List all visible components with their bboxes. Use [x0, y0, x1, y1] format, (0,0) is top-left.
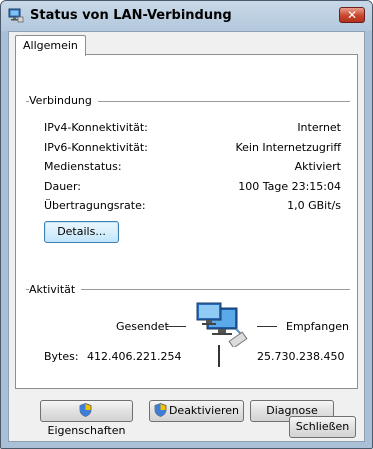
details-button[interactable]: Details...: [44, 221, 119, 243]
medienstatus-value: Aktiviert: [294, 160, 341, 173]
uac-shield-icon: [79, 403, 92, 417]
title-bar[interactable]: Status von LAN-Verbindung ✕: [1, 1, 372, 31]
uebertragungsrate-value: 1,0 GBit/s: [287, 199, 341, 212]
properties-button[interactable]: Eigenschaften: [40, 400, 133, 437]
sent-dash: [166, 326, 186, 327]
window-title: Status von LAN-Verbindung: [30, 8, 232, 23]
close-icon: ✕: [346, 8, 358, 22]
uac-shield-icon: [154, 403, 167, 417]
ipv6-value: Kein Internetzugriff: [235, 141, 341, 154]
deactivate-button[interactable]: Deaktivieren: [149, 400, 244, 422]
deactivate-button-label: Deaktivieren: [168, 404, 240, 417]
network-activity-icon: [196, 302, 248, 347]
dauer-value: 100 Tage 23:15:04: [238, 180, 341, 193]
uebertragungsrate-label: Übertragungsrate:: [44, 199, 146, 212]
verbindung-heading: Verbindung: [29, 94, 98, 107]
sent-label: Gesendet: [116, 320, 169, 333]
bytes-sent-value: 412.406.221.254: [87, 350, 182, 363]
network-connection-icon: [8, 8, 24, 23]
window-close-button[interactable]: ✕: [339, 7, 365, 23]
bytes-separator: [218, 345, 220, 367]
close-button[interactable]: Schließen: [289, 416, 356, 438]
dialog-client-area: Allgemein Verbindung IPv4-Konnektivität:…: [8, 31, 365, 442]
ipv4-label: IPv4-Konnektivität:: [44, 121, 148, 134]
dauer-label: Dauer:: [44, 180, 81, 193]
properties-button-label: Eigenschaften: [47, 424, 126, 437]
tab-allgemein[interactable]: Allgemein: [15, 35, 86, 56]
bytes-label: Bytes:: [44, 350, 79, 363]
received-label: Empfangen: [286, 320, 349, 333]
ipv6-label: IPv6-Konnektivität:: [44, 141, 148, 154]
aktivitaet-heading: Aktivität: [29, 283, 82, 296]
received-dash: [257, 326, 277, 327]
bytes-received-value: 25.730.238.450: [257, 350, 345, 363]
ipv4-value: Internet: [297, 121, 341, 134]
tab-panel-allgemein: Verbindung IPv4-Konnektivität: Internet …: [15, 54, 358, 437]
medienstatus-label: Medienstatus:: [44, 160, 122, 173]
status-dialog: Status von LAN-Verbindung ✕ Allgemein Ve…: [0, 0, 373, 449]
